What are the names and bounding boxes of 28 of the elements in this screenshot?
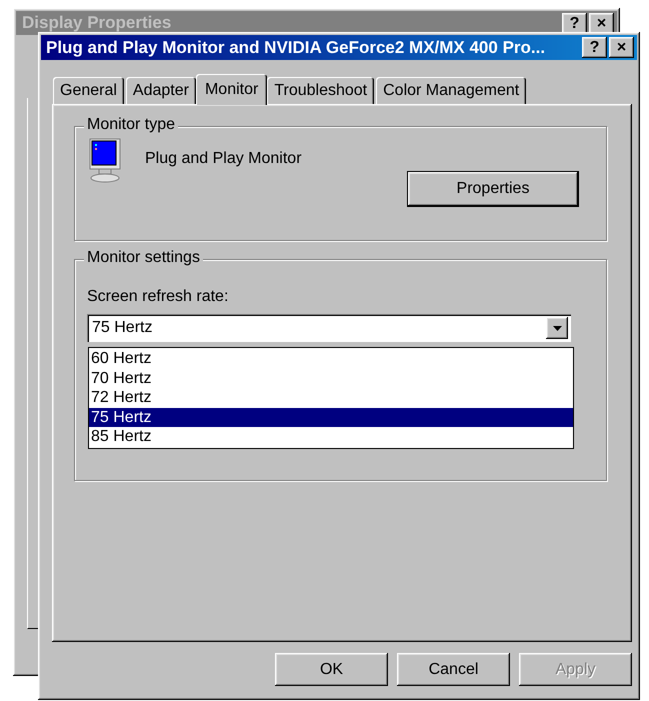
- help-button[interactable]: ?: [562, 12, 587, 34]
- caret-icon: [552, 326, 562, 330]
- window-title: Display Properties: [22, 13, 172, 33]
- dialog-button[interactable]: OK: [275, 653, 388, 686]
- dropdown-option[interactable]: 75 Hertz: [89, 408, 573, 428]
- monitor-icon: [87, 138, 123, 184]
- window-title: Plug and Play Monitor and NVIDIA GeForce2 MX/MX 400 Pro...: [46, 38, 546, 58]
- refresh-rate-dropdown[interactable]: 75 Hertz: [87, 314, 571, 342]
- refresh-rate-label: Screen refresh rate:: [87, 288, 230, 306]
- group-label: Monitor type: [84, 116, 178, 134]
- dropdown-value: 75 Hertz: [92, 319, 152, 337]
- properties-button[interactable]: Properties: [408, 172, 578, 206]
- tab[interactable]: Color Management: [376, 77, 526, 104]
- dialog-button[interactable]: Cancel: [397, 653, 510, 686]
- monitor-name: Plug and Play Monitor: [145, 150, 302, 168]
- dropdown-option[interactable]: 72 Hertz: [89, 388, 573, 408]
- tab[interactable]: General: [53, 77, 124, 104]
- tab[interactable]: Monitor: [196, 74, 268, 105]
- tab[interactable]: Troubleshoot: [267, 77, 374, 104]
- group-label: Monitor settings: [84, 249, 203, 267]
- tab[interactable]: Adapter: [126, 77, 196, 104]
- dropdown-option[interactable]: 60 Hertz: [89, 349, 573, 369]
- dropdown-option[interactable]: 85 Hertz: [89, 427, 573, 447]
- close-button[interactable]: ×: [609, 37, 634, 58]
- dropdown-option[interactable]: 70 Hertz: [89, 368, 573, 388]
- help-button[interactable]: ?: [582, 37, 607, 58]
- close-button[interactable]: ×: [589, 12, 614, 34]
- dropdown-button[interactable]: [546, 317, 568, 339]
